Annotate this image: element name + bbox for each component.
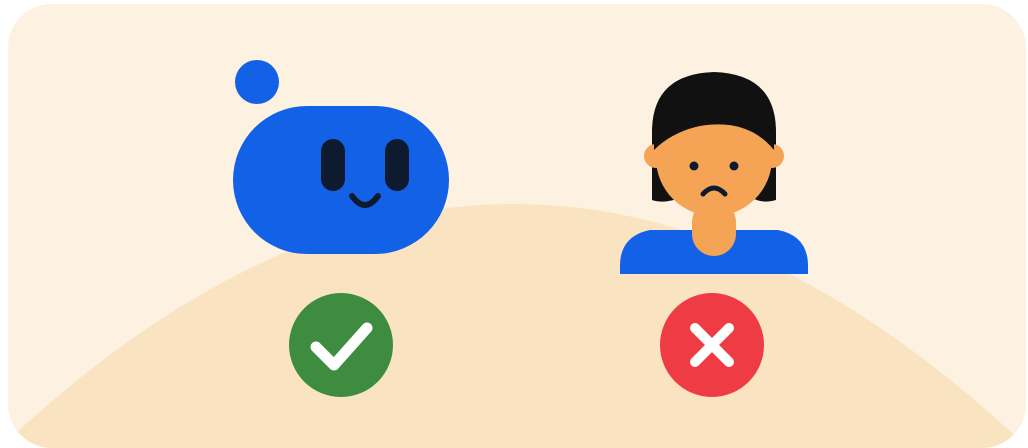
bot-antenna-dot [235,60,279,104]
illustration-canvas [8,4,1026,448]
bot-right-eye [385,139,409,191]
check-badge [289,293,393,397]
card [8,4,1026,448]
bot-left-eye [321,139,345,191]
cross-badge [660,293,764,397]
comparison-illustration [0,0,1028,448]
person-left-eye [689,161,699,171]
person-right-eye [729,161,739,171]
check-badge-circle [289,293,393,397]
